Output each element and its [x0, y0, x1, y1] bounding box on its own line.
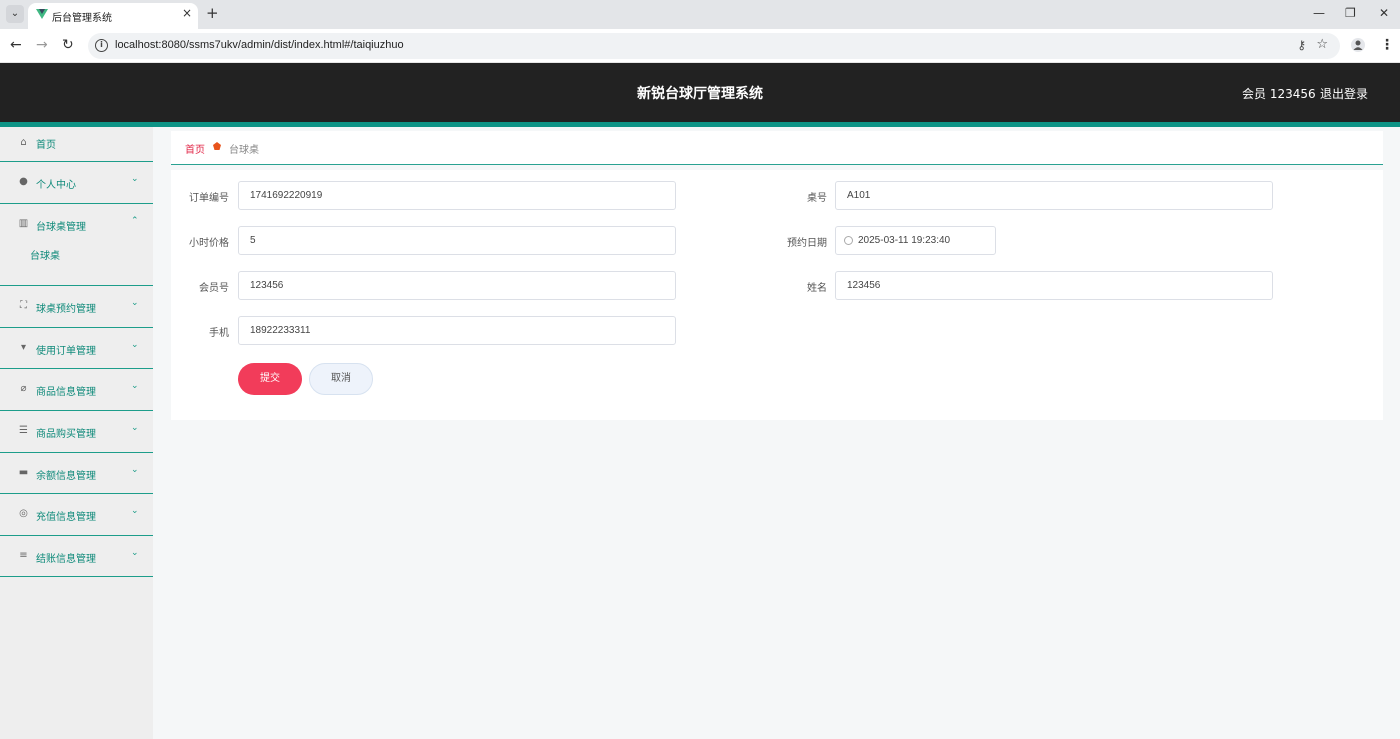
- sidebar-item-label: 球桌预约管理: [36, 304, 96, 316]
- breadcrumb-separator-icon: [213, 142, 221, 150]
- tab-title: 后台管理系统: [52, 13, 112, 24]
- order-no-field[interactable]: 1741692220919: [238, 181, 676, 210]
- app-title: 新锐台球厅管理系统: [637, 86, 763, 102]
- sidebar-item-purchase[interactable]: ☰ 商品购买管理 ⌄: [0, 411, 153, 453]
- sidebar-subitem-table[interactable]: 台球桌: [0, 245, 153, 287]
- tab-close-icon[interactable]: ×: [182, 6, 192, 20]
- submit-button[interactable]: 提交: [238, 363, 302, 395]
- list-icon: ☰: [19, 424, 28, 436]
- sidebar-item-profile[interactable]: ● 个人中心 ⌄: [0, 162, 153, 204]
- name-field[interactable]: 123456: [835, 271, 1273, 300]
- sliders-icon: ≡: [19, 549, 28, 561]
- sidebar-item-label: 使用订单管理: [36, 345, 96, 357]
- sidebar-item-label: 首页: [36, 140, 56, 151]
- sidebar-item-recharge[interactable]: ◎ 充值信息管理 ⌄: [0, 494, 153, 536]
- chevron-up-icon: ⌃: [131, 215, 139, 226]
- phone-field[interactable]: 18922233311: [238, 316, 676, 345]
- sidebar-item-label: 个人中心: [36, 180, 76, 191]
- sidebar-item-home[interactable]: ⌂ 首页: [0, 127, 153, 162]
- booking-date-picker[interactable]: 2025-03-11 19:23:40: [835, 226, 996, 255]
- new-tab-button[interactable]: +: [206, 4, 219, 22]
- browser-menu-icon[interactable]: ⋮: [1380, 37, 1394, 53]
- logout-button[interactable]: 退出登录: [1320, 85, 1368, 102]
- member-no-field[interactable]: 123456: [238, 271, 676, 300]
- browser-tab[interactable]: 后台管理系统 ×: [28, 3, 198, 29]
- window-close-button[interactable]: ✕: [1379, 6, 1389, 20]
- booking-date-label: 预约日期: [787, 238, 827, 249]
- address-bar: ← → ↻ i localhost:8080/ssms7ukv/admin/di…: [0, 29, 1400, 63]
- chevron-down-icon: ⌄: [131, 547, 139, 558]
- url-text[interactable]: localhost:8080/ssms7ukv/admin/dist/index…: [115, 39, 404, 51]
- forward-button[interactable]: →: [36, 37, 48, 53]
- sidebar-item-goods[interactable]: ⌀ 商品信息管理 ⌄: [0, 369, 153, 411]
- sidebar-item-label: 充值信息管理: [36, 512, 96, 524]
- breadcrumb: 首页 台球桌: [171, 131, 1383, 165]
- hour-price-field[interactable]: 5: [238, 226, 676, 255]
- sidebar-item-table-management[interactable]: ▥ 台球桌管理 ⌃: [0, 204, 153, 246]
- browser-tab-bar: ⌄ 后台管理系统 × + — ❐ ✕: [0, 0, 1400, 29]
- bookmark-star-icon[interactable]: ☆: [1316, 37, 1328, 52]
- current-user: 会员 123456: [1242, 87, 1316, 101]
- breadcrumb-home-link[interactable]: 首页: [185, 141, 205, 156]
- ticket-icon: ▬: [18, 466, 29, 478]
- sidebar-item-label: 商品购买管理: [36, 428, 96, 440]
- books-icon: ▥: [18, 217, 29, 229]
- vue-logo-icon: [36, 9, 48, 19]
- chevron-down-icon: ⌄: [131, 381, 139, 392]
- chevron-down-icon: ⌄: [131, 174, 139, 184]
- breadcrumb-current: 台球桌: [229, 145, 259, 156]
- member-no-label: 会员号: [199, 283, 229, 294]
- site-info-icon[interactable]: i: [95, 39, 108, 52]
- sidebar-item-orders[interactable]: ▾ 使用订单管理 ⌄: [0, 328, 153, 370]
- home-icon: ⌂: [20, 137, 27, 148]
- minimize-button[interactable]: —: [1313, 6, 1325, 20]
- chevron-down-icon: ⌄: [131, 422, 139, 433]
- settings-icon: ◎: [19, 508, 28, 520]
- profile-icon[interactable]: [1351, 38, 1365, 52]
- chevron-down-icon: ⌄: [131, 464, 139, 475]
- sidebar-item-label: 结账信息管理: [36, 553, 96, 565]
- name-label: 姓名: [807, 283, 827, 294]
- sidebar-item-label: 台球桌管理: [36, 221, 86, 233]
- chevron-down-icon: ⌄: [131, 339, 139, 350]
- reload-button[interactable]: ↻: [62, 37, 74, 53]
- key-icon[interactable]: ⚷: [1297, 38, 1306, 52]
- sidebar: ⌂ 首页 ● 个人中心 ⌄ ▥ 台球桌管理 ⌃ 台球桌 ⛶ 球桌预约管理 ⌄ ▾…: [0, 127, 153, 739]
- table-form: 订单编号 1741692220919 桌号 A101 小时价格 5 预约日期 2…: [171, 170, 1383, 420]
- app-header: 新锐台球厅管理系统 会员 123456 退出登录: [0, 63, 1400, 122]
- header-accent-bar: [0, 122, 1400, 127]
- url-field[interactable]: i localhost:8080/ssms7ukv/admin/dist/ind…: [88, 33, 1340, 59]
- tab-search-button[interactable]: ⌄: [6, 5, 24, 23]
- sidebar-item-label: 商品信息管理: [36, 387, 96, 399]
- table-no-label: 桌号: [807, 193, 827, 204]
- hour-price-label: 小时价格: [189, 238, 229, 249]
- restore-button[interactable]: ❐: [1345, 6, 1356, 20]
- sidebar-item-balance[interactable]: ▬ 余额信息管理 ⌄: [0, 453, 153, 495]
- chevron-down-icon: ⌄: [131, 298, 139, 309]
- back-button[interactable]: ←: [10, 37, 22, 53]
- phone-label: 手机: [209, 328, 229, 339]
- fullscreen-icon: ⛶: [20, 300, 27, 312]
- bell-off-icon: ⌀: [20, 383, 27, 395]
- sidebar-item-checkout[interactable]: ≡ 结账信息管理 ⌄: [0, 536, 153, 578]
- clock-icon: [844, 236, 853, 245]
- brush-icon: ▾: [20, 341, 27, 353]
- order-no-label: 订单编号: [189, 193, 229, 204]
- sidebar-subitem-label: 台球桌: [30, 251, 60, 263]
- cancel-button[interactable]: 取消: [309, 363, 373, 395]
- chevron-down-icon: ⌄: [131, 506, 139, 517]
- user-icon: ●: [19, 176, 28, 187]
- table-no-field[interactable]: A101: [835, 181, 1273, 210]
- booking-date-value: 2025-03-11 19:23:40: [858, 235, 951, 246]
- sidebar-item-booking[interactable]: ⛶ 球桌预约管理 ⌄: [0, 286, 153, 328]
- sidebar-item-label: 余额信息管理: [36, 470, 96, 482]
